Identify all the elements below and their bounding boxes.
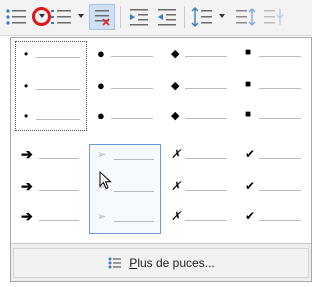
large-dot-bullet-icon: ● (97, 46, 105, 61)
arrowhead-bullet-icon: ➢ (97, 211, 107, 223)
large-dot-bullet-icon: ● (97, 108, 105, 123)
bullet-style-cross[interactable]: ✗ ✗ ✗ (163, 144, 235, 234)
highlight-circle (32, 7, 51, 26)
numbering-icon[interactable] (50, 5, 74, 29)
decrease-indent-icon[interactable] (156, 5, 180, 29)
cross-bullet-icon: ✗ (171, 209, 182, 223)
bullet-style-check[interactable]: ✔ ✔ ✔ (237, 144, 309, 234)
small-dot-bullet-icon: • (24, 79, 29, 93)
small-dot-bullet-icon: • (24, 47, 29, 61)
square-bullet-icon: ■ (245, 47, 252, 58)
cross-bullet-icon: ✗ (171, 147, 182, 161)
numbering-dropdown-icon[interactable] (76, 10, 86, 22)
increase-indent-icon[interactable] (128, 5, 152, 29)
small-dot-bullet-icon: • (24, 109, 29, 123)
clear-list-button[interactable] (89, 4, 115, 30)
separator (184, 6, 185, 28)
bullet-style-square[interactable]: ■ ■ ■ (237, 41, 309, 131)
arrowhead-bullet-icon: ➢ (97, 149, 107, 161)
bullet-style-small-dot[interactable]: • • • (15, 41, 87, 131)
more-bullets-button[interactable]: Plus de puces... (13, 248, 309, 278)
arrow-bullet-icon: ➔ (21, 146, 33, 162)
square-bullet-icon: ■ (245, 109, 252, 120)
bullet-style-large-dot[interactable]: ● ● ● (89, 41, 161, 131)
more-bullets-label: Plus de puces... (129, 256, 215, 270)
menu-footer: Plus de puces... (11, 243, 311, 281)
check-bullet-icon: ✔ (245, 179, 256, 193)
paragraph-spacing-increase-icon[interactable] (234, 5, 258, 29)
define-bullet-icon (108, 257, 122, 269)
list-toolbar (0, 0, 312, 36)
check-bullet-icon: ✔ (245, 147, 256, 161)
arrow-bullet-icon: ➔ (21, 208, 33, 224)
diamond-bullet-icon: ◆ (171, 48, 180, 60)
bullets-icon[interactable] (4, 5, 30, 29)
paragraph-spacing-decrease-icon[interactable] (262, 5, 286, 29)
line-spacing-icon[interactable] (190, 5, 214, 29)
cross-bullet-icon: ✗ (171, 179, 182, 193)
arrow-bullet-icon: ➔ (21, 178, 33, 194)
diamond-bullet-icon: ◆ (171, 110, 180, 122)
mouse-cursor-icon (99, 171, 112, 190)
diamond-bullet-icon: ◆ (171, 80, 180, 92)
check-bullet-icon: ✔ (245, 209, 256, 223)
large-dot-bullet-icon: ● (97, 78, 105, 93)
bullet-style-diamond[interactable]: ◆ ◆ ◆ (163, 41, 235, 131)
bullet-style-arrow[interactable]: ➔ ➔ ➔ (15, 144, 87, 234)
line-spacing-dropdown-icon[interactable] (217, 10, 227, 22)
clear-list-icon (95, 10, 110, 26)
bullet-style-menu: • • • ● ● ● ◆ ◆ ◆ ■ ■ ■ ➔ ➔ ➔ ➢ ➢ ➢ ✗ ✗ … (10, 37, 312, 282)
separator (120, 6, 121, 28)
square-bullet-icon: ■ (245, 79, 252, 90)
